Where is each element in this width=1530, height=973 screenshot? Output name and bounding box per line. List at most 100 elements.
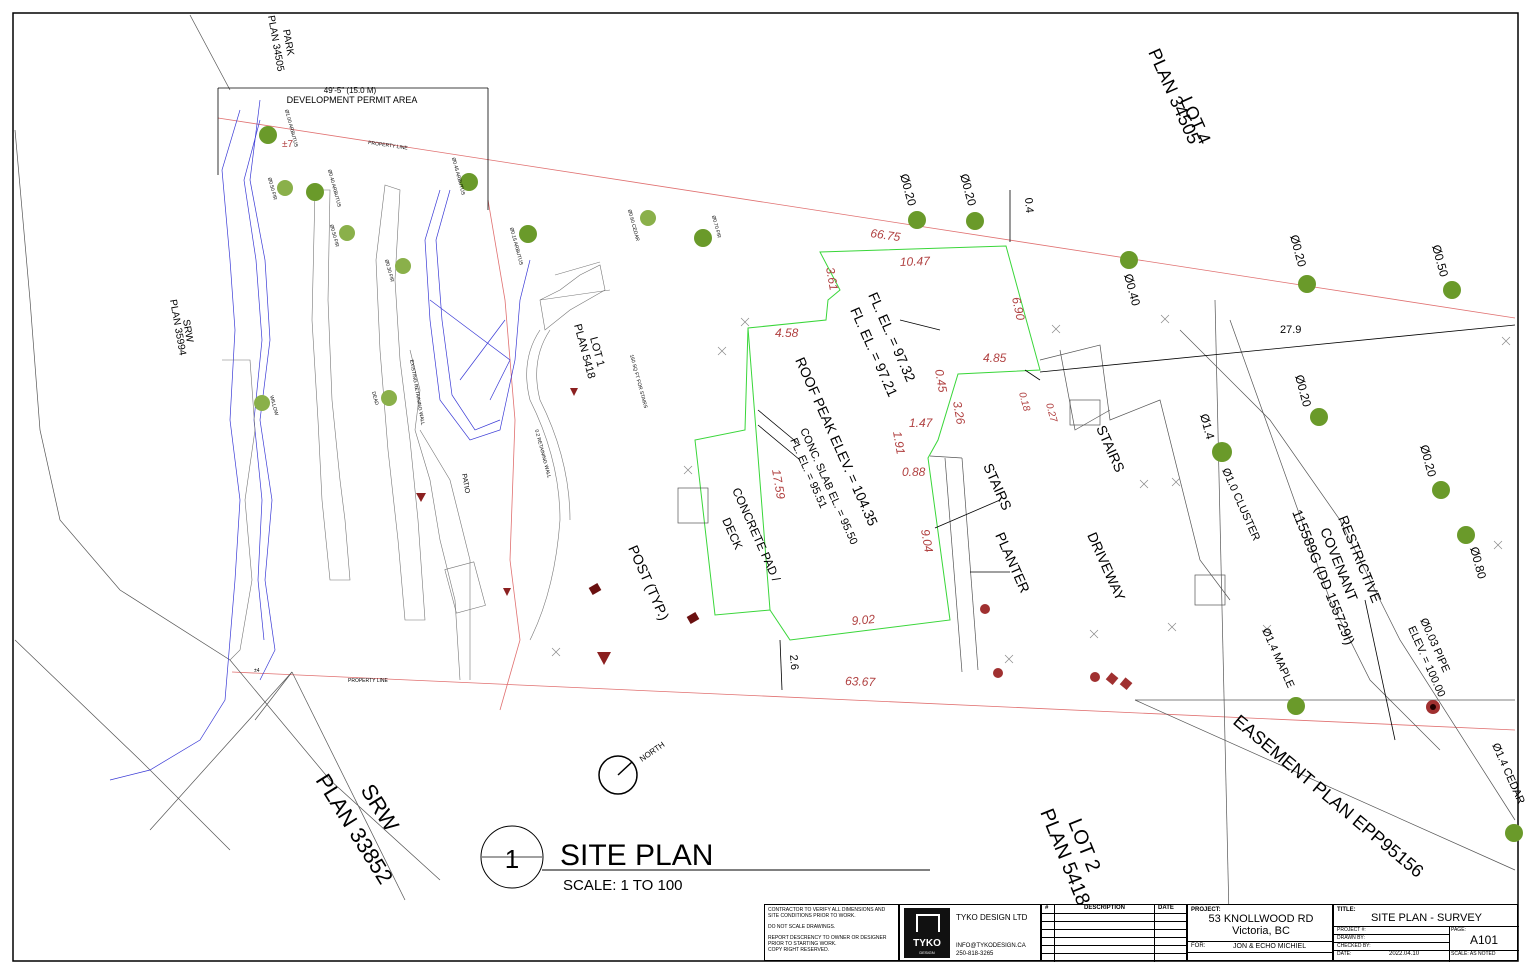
tree-icon <box>339 225 355 241</box>
rev-hash-header: # <box>1045 905 1049 911</box>
client-label: FOR: <box>1191 943 1206 949</box>
property-line-label-2: PROPERTY LINE <box>348 678 388 684</box>
dim-0-45: 0.45 <box>932 368 950 394</box>
tree-icon <box>1457 526 1475 544</box>
dim-1-91: 1.91 <box>890 430 908 455</box>
dev-permit-bracket <box>217 87 489 210</box>
company-phone: 250-818-3265 <box>956 951 994 957</box>
tree-icon <box>306 183 324 201</box>
rev-date-header: DATE <box>1158 905 1174 911</box>
dim-0-18: 0.18 <box>1016 391 1032 413</box>
tree-label: Ø0.50 <box>1429 243 1451 279</box>
tree-icon <box>1212 442 1232 462</box>
survey-lines <box>14 14 1516 961</box>
title-block-notes: CONTRACTOR TO VERIFY ALL DIMENSIONS AND … <box>764 904 899 961</box>
note-copyright: COPY RIGHT RESERVED. <box>768 947 830 953</box>
tree-icon <box>694 229 712 247</box>
south-offset: ±4 <box>254 668 260 674</box>
dim-10-47: 10.47 <box>900 254 932 269</box>
client-name: JON & ECHO MICHIEL <box>1233 943 1307 950</box>
dim-0-88: 0.88 <box>902 465 926 479</box>
project-address: 53 KNOLLWOOD RD <box>1208 913 1314 925</box>
tree-label: Ø0.70 FIR <box>710 215 722 239</box>
dim-63-67: 63.67 <box>845 674 877 689</box>
site-plan-drawing: 49'-5" (15.0 M) DEVELOPMENT PERMIT AREA <box>12 12 1527 962</box>
title-block-company: TYKO DESIGN TYKO DESIGN LTD INFO@TYKODES… <box>899 904 1041 961</box>
tree-icon <box>1432 481 1450 499</box>
tree-label: Ø0.80 <box>1467 545 1489 581</box>
company-logo: TYKO DESIGN <box>904 908 950 958</box>
dim-6-90: 6.90 <box>1009 296 1028 322</box>
scale-label: SCALE: <box>1451 951 1469 957</box>
project-number-label: PROJECT #: <box>1337 927 1366 933</box>
tree-label: Ø0.60 CEDAR <box>626 209 640 242</box>
company-name: TYKO DESIGN LTD <box>956 913 1028 922</box>
tree-label: Ø0.30 FIR <box>383 259 395 283</box>
planter-label: PLANTER <box>992 530 1033 596</box>
drawing-title: SITE PLAN <box>560 839 713 872</box>
sheet-date: 2022.04.10 <box>1389 951 1420 957</box>
note-verify: CONTRACTOR TO VERIFY ALL DIMENSIONS AND … <box>768 907 886 919</box>
tree-icon <box>259 126 277 144</box>
easement-label: EASEMENT PLAN EPP95156 <box>1229 711 1427 882</box>
tree-icon <box>1443 281 1461 299</box>
page-number: A101 <box>1469 933 1499 947</box>
drawn-by-label: DRAWN BY: <box>1337 935 1365 941</box>
tree-label: WILLOW <box>268 395 279 416</box>
tree-icon <box>1298 275 1316 293</box>
dev-permit-dimension: 49'-5" (15.0 M) <box>324 86 377 95</box>
dim-4-85: 4.85 <box>983 351 1007 365</box>
dim-0-27: 0.27 <box>1043 402 1059 424</box>
stairs-label-1: STAIRS <box>980 461 1015 513</box>
dim-1-47: 1.47 <box>909 416 934 430</box>
terrace-walls <box>222 184 611 681</box>
tree-icon <box>1310 408 1328 426</box>
tree-icon <box>640 210 656 226</box>
tree-label: Ø0.40 ARBUTUS <box>326 169 342 209</box>
dim-66-75: 66.75 <box>870 226 902 244</box>
dim-27-9: 27.9 <box>1280 324 1301 336</box>
tree-icon <box>254 395 270 411</box>
tree-label: Ø0.20 <box>1287 233 1309 269</box>
date-label: DATE: <box>1337 951 1352 957</box>
tree-icon <box>1120 251 1138 269</box>
dim-9-02: 9.02 <box>851 612 876 628</box>
tree-icon <box>519 225 537 243</box>
driveway-label: DRIVEWAY <box>1084 530 1129 604</box>
tree-label: Ø0.20 <box>1292 373 1314 409</box>
contour-lines <box>109 99 531 781</box>
company-email: INFO@TYKODESIGN.CA <box>956 943 1026 949</box>
dim-3-61: 3.61 <box>823 266 841 291</box>
tree-icon <box>1505 824 1523 842</box>
dim-9-04: 9.04 <box>918 528 936 554</box>
retaining-wall-label: 0.2 RETAINING WALL <box>533 429 552 479</box>
post-label: POST (TYP.) <box>625 543 672 623</box>
logo-subtext: DESIGN <box>919 950 935 955</box>
sheet-border <box>12 12 1519 962</box>
tree-icon <box>966 212 984 230</box>
cedar-right-label: Ø1.4 CEDAR <box>1489 741 1527 806</box>
logo-text: TYKO <box>913 938 941 949</box>
dimension-lines <box>757 190 1516 741</box>
sheet-title-block: TITLE: SITE PLAN - SURVEY PROJECT #: DRA… <box>1333 904 1519 962</box>
patio-label: PATIO <box>460 473 470 494</box>
stairs-label-2: STAIRS <box>1093 423 1128 475</box>
dim-2-6: 2.6 <box>787 654 800 670</box>
tree-icon <box>908 211 926 229</box>
dim-4-58: 4.58 <box>775 326 799 340</box>
tree-icon <box>381 390 397 406</box>
logo-house-icon <box>916 914 940 932</box>
cluster-label: Ø1.0 CLUSTER <box>1219 466 1262 542</box>
north-label: NORTH <box>638 740 667 764</box>
tree-label: Ø0.50 FIR <box>266 177 278 201</box>
tree-icon <box>1287 697 1305 715</box>
rev-desc-header: DESCRIPTION <box>1084 905 1126 911</box>
property-line-label: PROPERTY LINE <box>368 140 409 152</box>
drawing-scale: SCALE: 1 TO 100 <box>563 877 683 894</box>
sheet-scale: AS NOTED <box>1469 951 1496 957</box>
north-arrow-icon <box>598 755 638 795</box>
maple-label: Ø1.4 MAPLE <box>1259 626 1296 690</box>
tree-label: Ø0.50 FIR <box>328 224 340 248</box>
drawing-number: 1 <box>505 844 519 874</box>
dim-17-59: 17.59 <box>769 468 788 500</box>
